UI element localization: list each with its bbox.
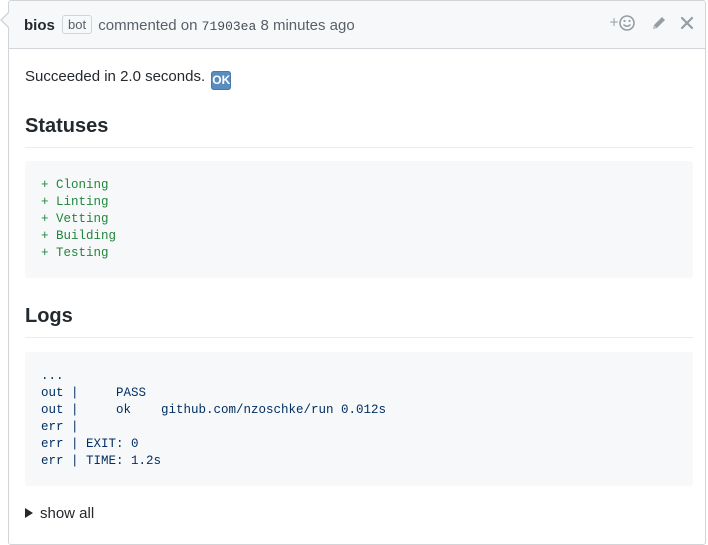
svg-text:+: + [609,15,619,29]
status-line: + Cloning [41,178,109,192]
logs-heading: Logs [25,303,693,338]
log-line: out | ok github.com/nzoschke/run 0.012s [41,403,387,417]
author-link[interactable]: bios [24,17,55,34]
comment-arrow-inner [2,13,9,27]
status-text: Succeeded in 2.0 seconds. [25,68,206,85]
show-all-toggle[interactable]: show all [25,504,94,524]
statuses-code-block: + Cloning + Linting + Vetting + Building… [25,161,693,278]
delete-comment-button[interactable] [677,13,697,33]
commented-on-text: commented on [98,17,198,34]
bot-badge: bot [62,15,93,34]
log-line: out | PASS [41,386,147,400]
status-line: + Building [41,229,117,243]
log-line: err | TIME: 1.2s [41,454,162,468]
pencil-icon [653,17,665,29]
logs-code-block: ... out | PASS out | ok github.com/nzosc… [25,352,693,486]
log-line: ... [41,369,64,383]
show-all-label: show all [40,505,95,522]
comment-header-text: bios bot commented on 71903ea 8 minutes … [24,15,355,37]
statuses-heading: Statuses [25,113,693,148]
add-reaction-icon: + [609,15,635,31]
close-icon [680,16,694,30]
status-line: + Testing [41,246,109,260]
commit-sha-link[interactable]: 71903ea [202,19,257,34]
disclosure-triangle-icon [25,508,33,518]
ok-emoji-icon: OK [211,71,232,90]
status-summary: Succeeded in 2.0 seconds. OK [25,67,232,90]
status-line: + Linting [41,195,109,209]
log-line: err | EXIT: 0 [41,437,139,451]
status-line: + Vetting [41,212,109,226]
timestamp-link[interactable]: 8 minutes ago [260,17,354,34]
comment-card: bios bot commented on 71903ea 8 minutes … [8,0,706,545]
log-line: err | [41,420,79,434]
add-reaction-button[interactable]: + [609,13,637,33]
comment-header: bios bot commented on 71903ea 8 minutes … [9,1,705,49]
edit-comment-button[interactable] [649,13,669,33]
